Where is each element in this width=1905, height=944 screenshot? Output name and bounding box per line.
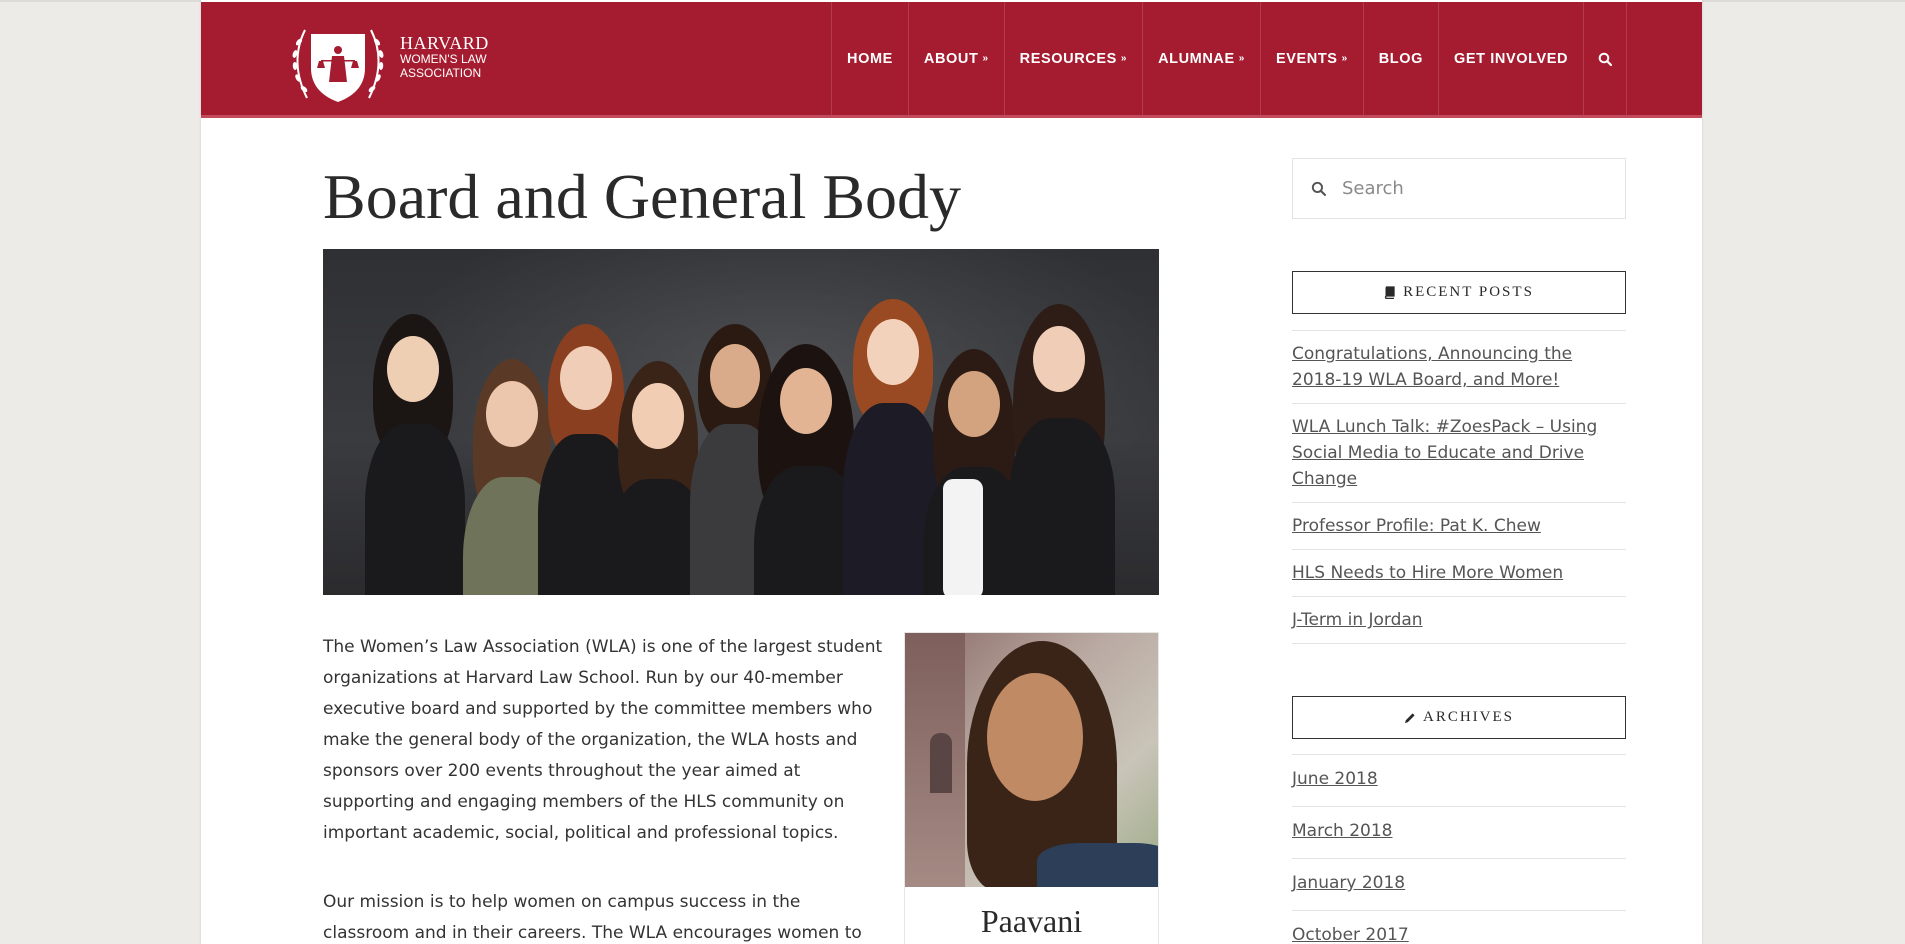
book-icon	[1384, 286, 1395, 299]
logo-wordmark: HARVARD WOMEN'S LAW ASSOCIATION	[400, 33, 489, 80]
board-member-photo	[905, 633, 1158, 887]
double-chevron-down-icon: »	[982, 53, 989, 64]
double-chevron-down-icon: »	[1120, 53, 1128, 64]
sidebar-search[interactable]	[1292, 158, 1626, 219]
search-icon	[1598, 52, 1613, 66]
archive-link[interactable]: June 2018	[1292, 754, 1626, 806]
nav-item-label: GET INVOLVED	[1454, 50, 1569, 67]
recent-post-link[interactable]: J-Term in Jordan	[1292, 596, 1626, 644]
photo-face	[987, 673, 1083, 801]
nav-search-button[interactable]	[1583, 2, 1628, 115]
archives-heading: ARCHIVES	[1292, 696, 1626, 739]
nav-item-label: ALUMNAE	[1158, 50, 1235, 67]
nav-item-label: HOME	[847, 50, 893, 67]
nav-item-home[interactable]: HOME	[831, 2, 908, 115]
harvard-shield-emblem-icon	[292, 29, 384, 102]
nav-item-resources[interactable]: RESOURCES »	[1003, 2, 1142, 115]
archive-link[interactable]: March 2018	[1292, 806, 1626, 858]
photo-background-window	[930, 733, 952, 793]
nav-item-get-involved[interactable]: GET INVOLVED	[1438, 2, 1583, 115]
logo-line-harvard: HARVARD	[400, 33, 489, 53]
main-navigation: HOME ABOUT » RESOURCES » ALUMNAE » EVENT…	[831, 2, 1628, 115]
site-header: HARVARD WOMEN'S LAW ASSOCIATION HOME ABO…	[201, 2, 1702, 118]
recent-post-link[interactable]: Professor Profile: Pat K. Chew	[1292, 502, 1626, 549]
recent-posts-list: Congratulations, Announcing the 2018-19 …	[1292, 330, 1626, 644]
archives-title: ARCHIVES	[1422, 709, 1514, 725]
search-input[interactable]	[1340, 177, 1594, 200]
nav-item-label: EVENTS	[1275, 50, 1338, 67]
site-logo[interactable]: HARVARD WOMEN'S LAW ASSOCIATION	[285, 16, 505, 108]
recent-post-link[interactable]: Congratulations, Announcing the 2018-19 …	[1292, 330, 1626, 403]
recent-post-link[interactable]: WLA Lunch Talk: #ZoesPack – Using Social…	[1292, 403, 1626, 502]
nav-item-alumnae[interactable]: ALUMNAE »	[1142, 2, 1260, 115]
archive-link[interactable]: January 2018	[1292, 858, 1626, 910]
board-member-name: Paavani	[980, 903, 1083, 939]
logo-line-association: ASSOCIATION	[400, 66, 482, 80]
nav-item-blog[interactable]: BLOG	[1362, 2, 1438, 115]
archive-link[interactable]: October 2017	[1292, 910, 1626, 944]
nav-item-about[interactable]: ABOUT »	[907, 2, 1004, 115]
nav-item-events[interactable]: EVENTS »	[1259, 2, 1363, 115]
double-chevron-down-icon: »	[1341, 53, 1348, 64]
photo-clothing	[1037, 843, 1158, 887]
intro-paragraph: The Women’s Law Association (WLA) is one…	[323, 637, 883, 843]
pencil-icon	[1404, 712, 1415, 723]
nav-item-label: RESOURCES	[1019, 50, 1117, 67]
recent-posts-heading: RECENT POSTS	[1292, 271, 1626, 314]
board-group-photo	[323, 249, 1159, 595]
board-member-card[interactable]: Paavani	[904, 632, 1159, 944]
page-title: Board and General Body	[323, 161, 962, 232]
archives-list: June 2018 March 2018 January 2018 Octobe…	[1292, 754, 1626, 944]
recent-post-link[interactable]: HLS Needs to Hire More Women	[1292, 549, 1626, 596]
recent-posts-title: RECENT POSTS	[1403, 284, 1534, 300]
mission-paragraph: Our mission is to help women on campus s…	[323, 892, 862, 943]
nav-item-label: BLOG	[1378, 50, 1424, 67]
double-chevron-down-icon: »	[1238, 53, 1245, 64]
site-wrapper: HARVARD WOMEN'S LAW ASSOCIATION HOME ABO…	[201, 0, 1702, 944]
search-icon	[1311, 181, 1326, 196]
nav-item-label: ABOUT	[923, 50, 979, 67]
logo-line-womens-law: WOMEN'S LAW	[400, 52, 487, 66]
